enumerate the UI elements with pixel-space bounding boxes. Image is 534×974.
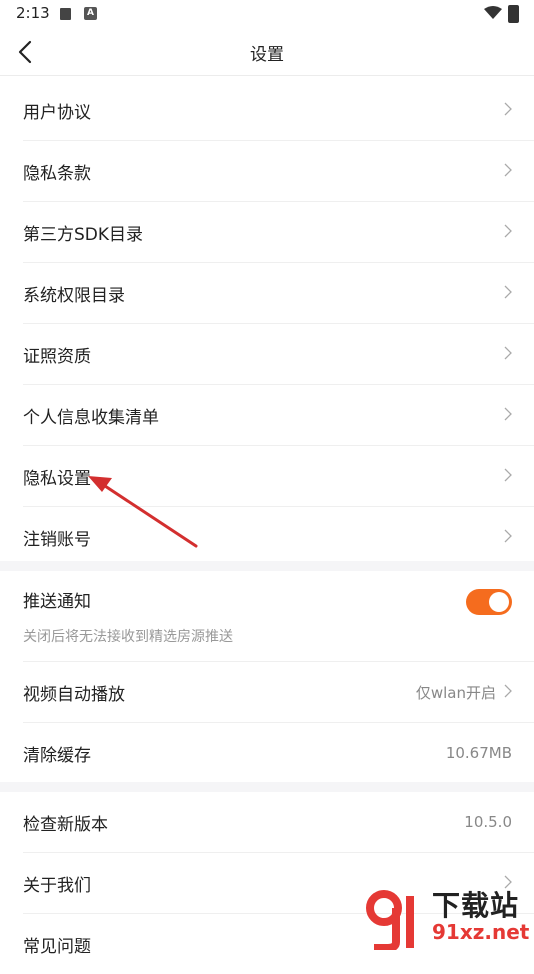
row-system-permissions[interactable]: 系统权限目录 (23, 263, 534, 324)
battery-icon (508, 5, 519, 23)
row-label: 关于我们 (23, 875, 91, 896)
status-bar: 2:13 A (0, 0, 534, 28)
section-divider (0, 561, 534, 571)
chevron-right-icon (504, 468, 512, 482)
row-privacy-settings[interactable]: 隐私设置 (23, 446, 534, 507)
row-label: 个人信息收集清单 (23, 407, 159, 428)
row-value: 10.5.0 (464, 813, 512, 831)
chevron-right-icon (504, 102, 512, 116)
row-label: 视频自动播放 (23, 684, 125, 705)
settings-group-legal: 用户协议 隐私条款 第三方SDK目录 系统权限目录 证照资质 个人信息收集清单 … (0, 80, 534, 567)
row-value: 10.67MB (445, 744, 512, 762)
push-toggle[interactable] (466, 589, 512, 615)
chevron-right-icon (504, 407, 512, 421)
row-label: 清除缓存 (23, 745, 91, 766)
row-label: 用户协议 (23, 102, 91, 123)
wifi-icon (484, 6, 502, 19)
app-a-icon: A (84, 7, 97, 20)
chevron-right-icon (504, 529, 512, 543)
watermark-url: 91xz.net (432, 920, 530, 944)
row-label: 常见问题 (23, 936, 91, 957)
row-personal-info-list[interactable]: 个人信息收集清单 (23, 385, 534, 446)
chevron-right-icon (504, 285, 512, 299)
chevron-right-icon (504, 684, 512, 698)
row-label: 隐私设置 (23, 468, 91, 489)
row-label: 证照资质 (23, 346, 91, 367)
row-value: 仅wlan开启 (415, 683, 496, 702)
row-label: 推送通知 (23, 591, 91, 612)
row-subtitle: 关闭后将无法接收到精选房源推送 (23, 628, 233, 645)
row-privacy-terms[interactable]: 隐私条款 (23, 141, 534, 202)
chevron-right-icon (504, 346, 512, 360)
row-clear-cache[interactable]: 清除缓存 10.67MB (23, 723, 534, 783)
row-video-autoplay[interactable]: 视频自动播放 仅wlan开启 (23, 662, 534, 723)
book-icon (60, 8, 71, 20)
section-divider (0, 782, 534, 792)
row-user-agreement[interactable]: 用户协议 (23, 80, 534, 141)
watermark-logo-icon (366, 890, 414, 950)
row-label: 检查新版本 (23, 814, 108, 835)
app-header: 设置 (0, 28, 534, 76)
row-label: 系统权限目录 (23, 285, 125, 306)
row-third-party-sdk[interactable]: 第三方SDK目录 (23, 202, 534, 263)
page-title: 设置 (250, 45, 284, 65)
row-push-notifications: 推送通知 关闭后将无法接收到精选房源推送 (23, 571, 534, 662)
toggle-knob (489, 592, 509, 612)
row-label: 隐私条款 (23, 163, 91, 184)
watermark-title: 下载站 (432, 889, 520, 922)
row-check-version[interactable]: 检查新版本 10.5.0 (23, 792, 534, 853)
row-delete-account[interactable]: 注销账号 (23, 507, 534, 567)
watermark: 下载站 91xz.net (362, 884, 534, 950)
row-label: 第三方SDK目录 (23, 224, 144, 245)
status-time: 2:13 (16, 4, 50, 22)
settings-group-preferences: 推送通知 关闭后将无法接收到精选房源推送 视频自动播放 仅wlan开启 清除缓存… (0, 571, 534, 783)
row-licenses[interactable]: 证照资质 (23, 324, 534, 385)
row-label: 注销账号 (23, 529, 91, 550)
chevron-right-icon (504, 224, 512, 238)
chevron-right-icon (504, 163, 512, 177)
